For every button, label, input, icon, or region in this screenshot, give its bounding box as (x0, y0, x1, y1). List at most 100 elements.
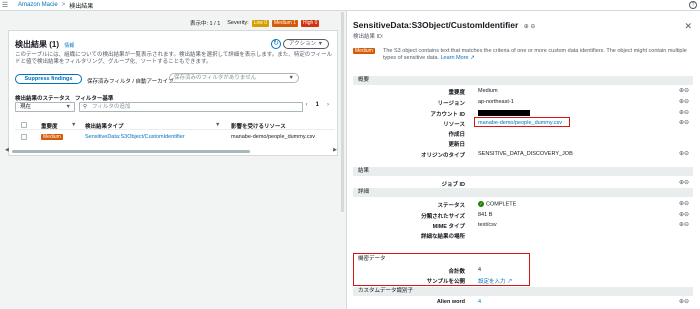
key: リソース (443, 122, 465, 128)
status-select[interactable]: 現在 ▼ (15, 102, 75, 112)
saved-filter-select[interactable]: 保存済みのフィルタがありません ▼ (169, 73, 299, 83)
key: ステータス (437, 203, 465, 209)
redacted-value (478, 110, 530, 116)
key: オリジンのタイプ (420, 153, 465, 159)
zoom-icons[interactable]: ⊕⊖ (679, 98, 689, 105)
key: リージョン (437, 101, 465, 107)
row-checkbox[interactable] (21, 134, 27, 140)
status-value: 現在 (20, 104, 32, 110)
zoom-icons[interactable]: ⊕ ⊖ (524, 24, 536, 30)
info-link[interactable]: 情報 (64, 43, 74, 49)
zoom-icons[interactable]: ⊕⊖ (679, 87, 689, 94)
zoom-icons[interactable]: ⊕⊖ (679, 150, 689, 157)
value: 841 B (478, 212, 493, 218)
zoom-icons[interactable]: ⊕⊖ (679, 211, 689, 218)
learn-more-link[interactable]: Learn More (440, 55, 468, 61)
next-page-icon[interactable]: › (327, 102, 329, 108)
detail-title-text: SensitiveData:S3Object/CustomIdentifier (353, 20, 519, 30)
filter-icon: ⚲ (83, 104, 88, 110)
caret-down-icon: ▼ (65, 104, 71, 110)
saved-filter-label: 保存済みフィルタ / 自動アーカイブ (87, 79, 174, 85)
kv-detailed-result-location: 詳細な結果の場所 (353, 230, 693, 240)
scroll-left-icon[interactable]: ◀ (5, 147, 9, 153)
filter-input[interactable]: ⚲ フィルタの追加 (79, 102, 303, 112)
top-bar: ☰ Amazon Macie > 検出結果 ? (0, 0, 700, 11)
prev-page-icon[interactable]: ‹ (306, 102, 308, 108)
zoom-icons[interactable]: ⊕⊖ (679, 119, 689, 126)
help-icon[interactable]: ? (689, 1, 697, 9)
kv-updated: 更新日 (353, 138, 693, 148)
key: Alien word (436, 299, 465, 305)
refresh-icon[interactable]: ↻ (271, 39, 281, 49)
value: SENSITIVE_DATA_DISCOVERY_JOB (478, 151, 573, 157)
showing-count: 表示中: 1 / 1 (190, 21, 221, 27)
actions-label: アクション (288, 41, 317, 47)
findings-description: このテーブルには、組織についての検出結果が一覧表示されます。検出結果を選択して詳… (15, 52, 333, 65)
section-custom-identifiers[interactable]: カスタムデータ識別子 (353, 287, 693, 296)
actions-button[interactable]: アクション ▼ (283, 39, 329, 49)
page-number[interactable]: 1 (316, 102, 319, 108)
kv-origin-type: オリジンのタイプ SENSITIVE_DATA_DISCOVERY_JOB ⊕⊖ (353, 149, 693, 159)
table-row[interactable]: Medium SensitiveData:S3Object/CustomIden… (15, 132, 335, 142)
finding-type-link[interactable]: SensitiveData:S3Object/CustomIdentifier (85, 134, 185, 140)
status-label: 検出結果のステータス (15, 96, 71, 102)
horizontal-scrollbar[interactable]: ◀ ▶ (5, 147, 337, 153)
value: text/csv (478, 222, 497, 228)
key: 作成日 (448, 132, 465, 138)
scroll-thumb[interactable] (12, 150, 250, 153)
caret-down-icon: ▼ (288, 75, 294, 81)
severity-medium-badge[interactable]: Medium 1 (272, 19, 298, 27)
description-text: The S3 object contains text that matches… (383, 48, 687, 61)
breadcrumb-separator: > (61, 2, 66, 8)
table-header: 重要度 ▼ 検出結果タイプ ▼ 影響を受けるリソース (15, 120, 335, 130)
saved-filter-placeholder: 保存済みのフィルタがありません (174, 75, 257, 81)
highlight-resource-box (474, 117, 570, 127)
findings-title: 検出結果 (1) 情報 (15, 39, 74, 50)
zoom-icons[interactable]: ⊕⊖ (679, 109, 689, 116)
breadcrumb-macie[interactable]: Amazon Macie (18, 2, 58, 8)
zoom-icons[interactable]: ⊕⊖ (679, 221, 689, 228)
kv-alien-word: Alien word 4 ⊕⊖ (353, 297, 693, 307)
zoom-icons[interactable]: ⊕⊖ (679, 200, 689, 207)
zoom-icons[interactable]: ⊕⊖ (679, 179, 689, 186)
section-overview[interactable]: 概要 (353, 76, 693, 85)
key: ジョブ ID (441, 182, 465, 188)
kv-mime-type: MIME タイプ text/csv ⊕⊖ (353, 220, 693, 230)
pagination: ‹ 1 › (306, 102, 329, 108)
section-result[interactable]: 結果 (353, 167, 693, 176)
key: 更新日 (448, 142, 465, 148)
kv-classified-size: 分類されたサイズ 841 B ⊕⊖ (353, 210, 693, 220)
value: ap-northeast-1 (478, 99, 514, 105)
filter-placeholder: フィルタの追加 (92, 104, 131, 110)
suppress-findings-button[interactable]: Suppress findings (15, 74, 82, 84)
finding-id-label: 検出結果 ID: (353, 34, 384, 40)
kv-region: リージョン ap-northeast-1 ⊕⊖ (353, 97, 693, 107)
key: アカウント ID (430, 112, 465, 118)
findings-panel: 検出結果 (1) 情報 ↻ アクション ▼ このテーブルには、組織についての検出… (8, 30, 338, 156)
scroll-thumb[interactable] (341, 12, 344, 212)
severity-high-badge[interactable]: High 0 (300, 19, 320, 27)
column-severity[interactable]: 重要度 (41, 122, 58, 130)
severity-low-badge[interactable]: Low 0 (251, 19, 270, 27)
close-icon[interactable]: ✕ (684, 21, 692, 32)
value: Medium (478, 88, 498, 94)
zoom-icons[interactable]: ⊕⊖ (679, 298, 689, 305)
section-details[interactable]: 詳細 (353, 188, 693, 197)
severity-label: Severity: (227, 20, 249, 26)
value[interactable]: 4 (478, 299, 481, 305)
column-type[interactable]: 検出結果タイプ (85, 122, 124, 130)
select-all-checkbox[interactable] (21, 122, 27, 128)
sort-icon[interactable]: ▼ (215, 122, 220, 128)
vertical-scrollbar[interactable] (341, 12, 344, 309)
column-resource[interactable]: 影響を受けるリソース (231, 122, 286, 130)
kv-status: ステータス ✓ COMPLETE ⊕⊖ (353, 199, 693, 209)
kv-severity: 重要度 Medium ⊕⊖ (353, 86, 693, 96)
severity-badge: Medium (353, 48, 375, 54)
sort-icon[interactable]: ▼ (71, 122, 76, 128)
menu-icon[interactable]: ☰ (0, 1, 10, 9)
findings-title-text: 検出結果 (1) (15, 40, 59, 49)
scroll-right-icon[interactable]: ▶ (333, 147, 337, 153)
kv-created: 作成日 (353, 128, 693, 138)
status-value: ✓ COMPLETE (478, 201, 516, 207)
severity-summary: 表示中: 1 / 1 Severity: Low 0 Medium 1 High… (190, 19, 320, 27)
